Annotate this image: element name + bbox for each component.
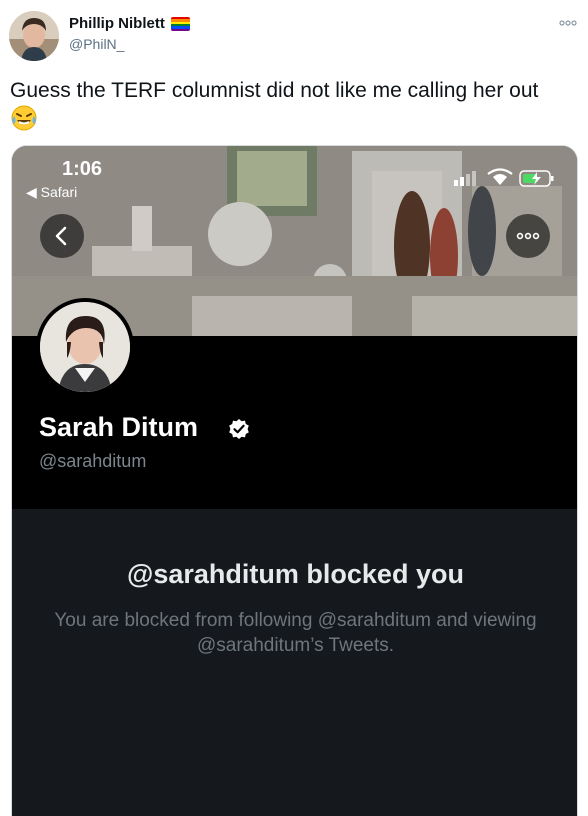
back-to-safari-link[interactable]: ◀ Safari xyxy=(26,184,77,201)
more-options-icon[interactable] xyxy=(558,13,578,33)
status-bar-time: 1:06 xyxy=(62,158,103,180)
profile-handle: @sarahditum xyxy=(39,451,147,471)
profile-more-button[interactable] xyxy=(506,214,550,258)
embedded-screenshot[interactable]: 1:06 ◀ Safari Sarah Ditum @sarahditum @s… xyxy=(11,145,578,816)
laughing-tears-emoji-icon xyxy=(10,104,38,132)
profile-name: Sarah Ditum xyxy=(39,412,199,442)
chevron-left-icon xyxy=(55,226,67,246)
signal-icon xyxy=(454,180,458,186)
tweet-text: Guess the TERF columnist did not like me… xyxy=(10,79,539,102)
tweet-header: Phillip Niblett @PhilN_ xyxy=(0,0,588,70)
blocked-title: @sarahditum blocked you xyxy=(127,559,464,589)
rainbow-flag-icon xyxy=(171,17,190,31)
author-avatar[interactable] xyxy=(9,11,59,61)
blocked-description: You are blocked from following @sarahdit… xyxy=(54,610,537,656)
author-handle[interactable]: @PhilN_ xyxy=(69,36,124,52)
profile-avatar[interactable] xyxy=(36,298,134,396)
verified-badge-icon xyxy=(228,418,250,440)
back-button[interactable] xyxy=(40,214,84,258)
blocked-panel xyxy=(12,509,577,816)
status-bar-icons xyxy=(452,168,562,188)
author-name[interactable]: Phillip Niblett xyxy=(69,15,165,32)
